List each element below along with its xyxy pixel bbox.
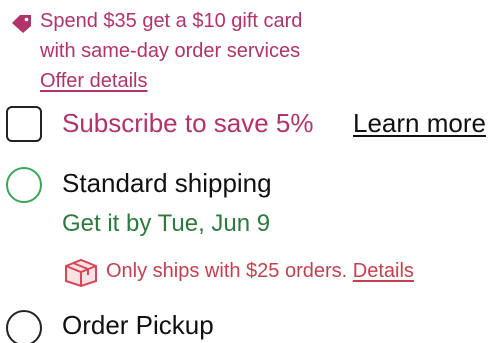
tag-icon <box>12 15 31 33</box>
arrival-date: Tue, Jun 9 <box>157 210 271 237</box>
standard-shipping-radio[interactable] <box>6 167 42 203</box>
shipping-minimum-note: Only ships with $25 orders. Details <box>62 253 492 287</box>
shipping-note-text: Only ships with $25 orders. Details <box>106 257 414 285</box>
arrival-estimate: Get it by Tue, Jun 9 <box>62 207 270 241</box>
shipping-note-message: Only ships with $25 orders. <box>106 260 348 282</box>
box-icon <box>65 258 97 287</box>
subscribe-option[interactable]: Subscribe to save 5% Learn more <box>6 103 496 143</box>
order-pickup-radio[interactable] <box>6 310 42 343</box>
arrival-prefix: Get it by <box>62 210 152 237</box>
learn-more-link[interactable]: Learn more <box>353 105 486 141</box>
standard-shipping-label: Standard shipping <box>62 168 272 198</box>
promo-text-block: Spend $35 get a $10 gift card with same-… <box>40 6 320 96</box>
order-pickup-option[interactable]: Order Pickup <box>6 307 496 343</box>
subscribe-label: Subscribe to save 5% <box>62 108 314 138</box>
subscribe-checkbox[interactable] <box>6 106 42 142</box>
details-link[interactable]: Details <box>353 260 414 282</box>
promo-message: Spend $35 get a $10 gift card with same-… <box>40 10 303 62</box>
fulfillment-panel: Spend $35 get a $10 gift card with same-… <box>0 0 498 343</box>
order-pickup-label: Order Pickup <box>62 310 214 340</box>
standard-shipping-option[interactable]: Standard shipping Get it by Tue, Jun 9 O… <box>6 165 496 287</box>
offer-details-link[interactable]: Offer details <box>40 70 147 92</box>
